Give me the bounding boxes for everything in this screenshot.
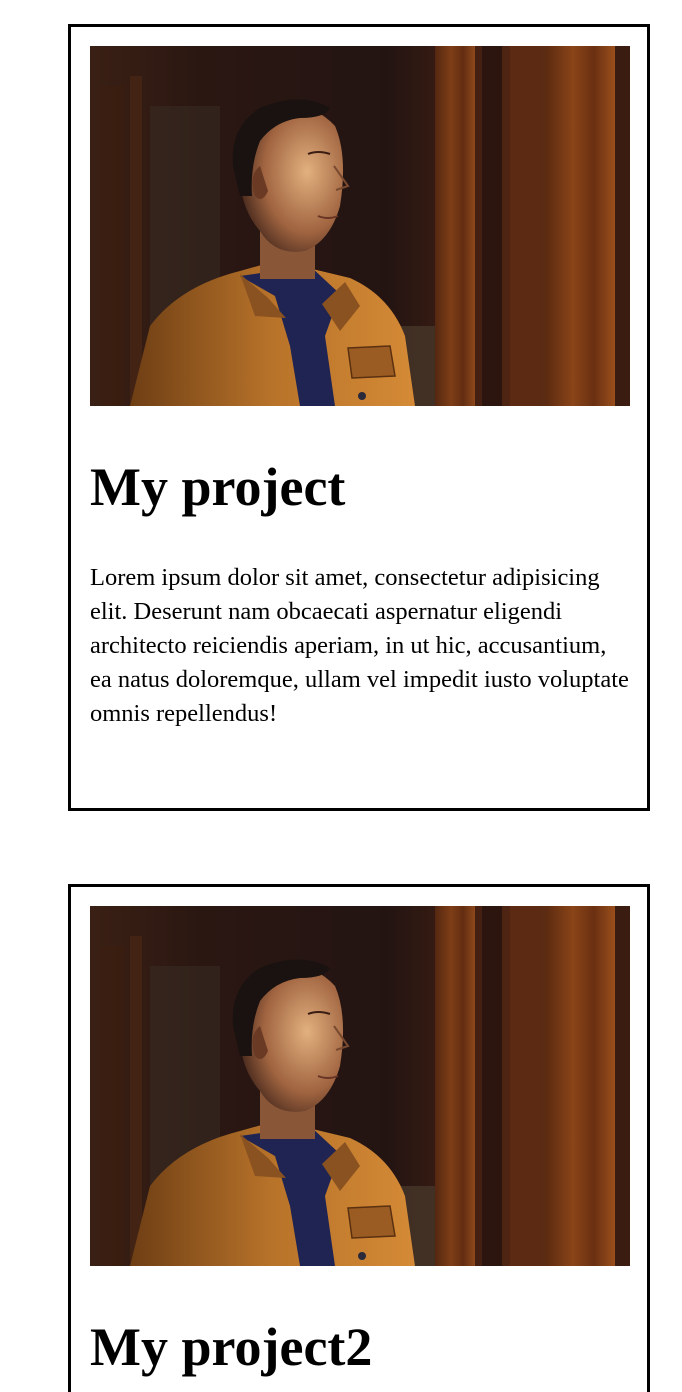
project-title: My project: [90, 457, 346, 517]
project-description: Lorem ipsum dolor sit amet, consectetur …: [90, 564, 629, 727]
project-card: My project Lorem ipsum dolor sit amet, c…: [68, 24, 650, 811]
project-card: My project2: [68, 884, 650, 1392]
project-image: [90, 906, 630, 1266]
project-image: [90, 46, 630, 406]
project-title: My project2: [90, 1317, 373, 1377]
